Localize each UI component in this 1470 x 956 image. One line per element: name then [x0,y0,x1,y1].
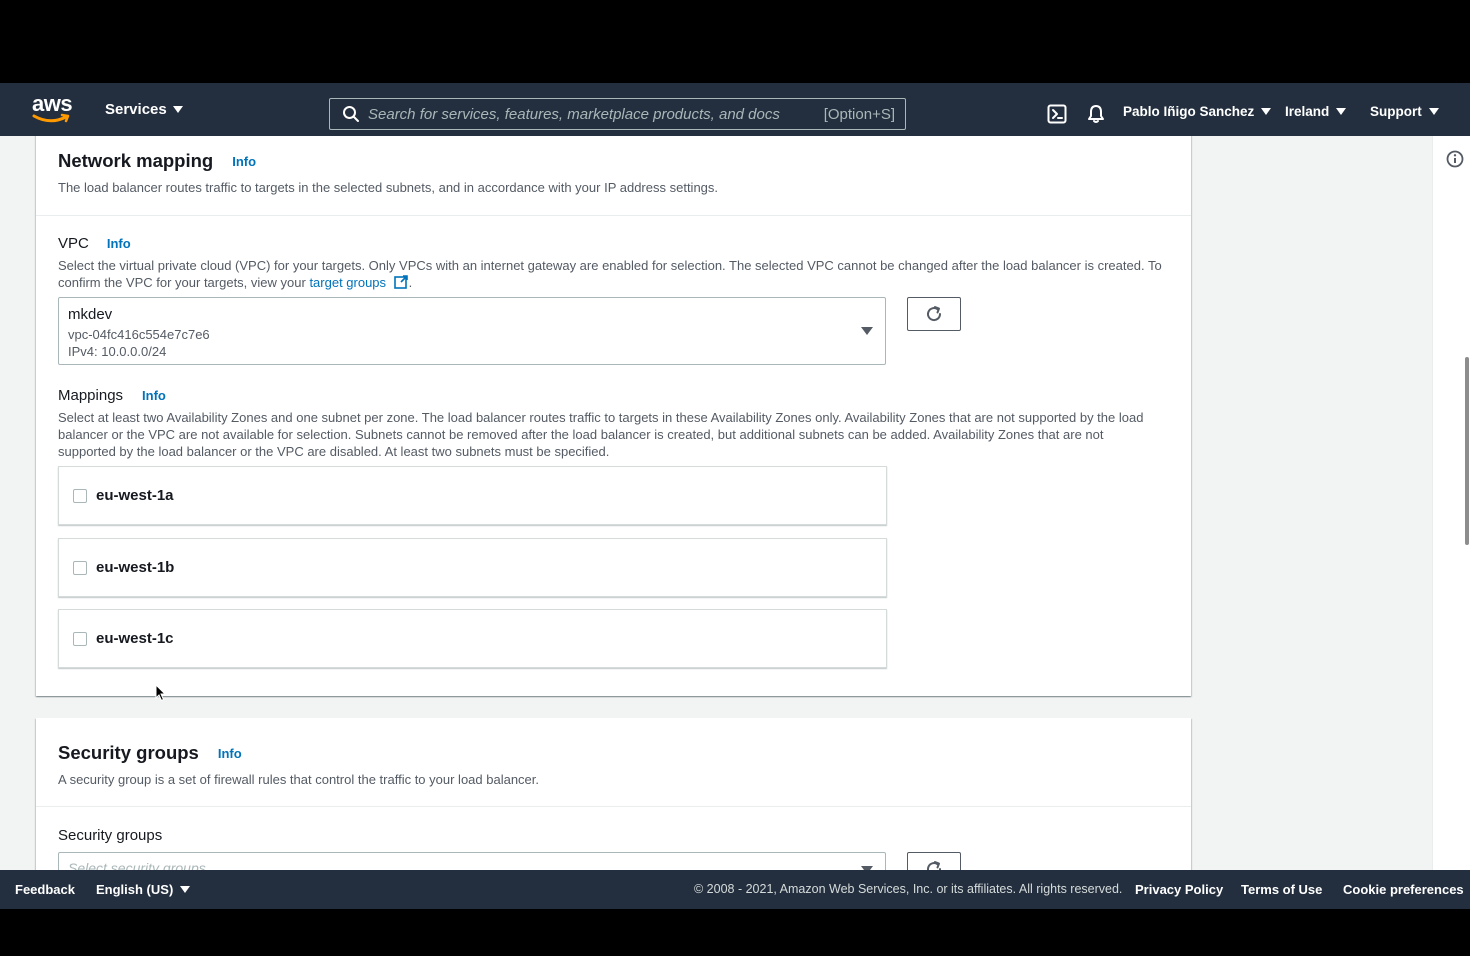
aws-top-nav: aws Services Search for services, featur… [0,83,1470,136]
network-mapping-description: The load balancer routes traffic to targ… [58,180,719,195]
info-circle-icon[interactable] [1446,150,1464,168]
video-letterbox-top [0,0,1470,83]
region-label: Ireland [1285,104,1330,119]
cloudshell-icon[interactable] [1047,104,1067,124]
network-mapping-header: Network mapping Info The load balancer r… [36,136,1191,216]
support-menu[interactable]: Support [1370,104,1439,119]
aws-smile-icon [32,113,70,123]
vpc-info-link[interactable]: Info [107,236,131,251]
user-name: Pablo Iñigo Sanchez [1123,104,1255,119]
aws-logo[interactable]: aws [32,91,73,127]
vpc-description-line2: confirm the VPC for your targets, view y… [58,274,1173,291]
mappings-label-row: Mappings Info [58,387,166,404]
caret-down-icon [1261,108,1272,115]
network-mapping-title: Network mapping [58,150,214,171]
terms-of-use-link[interactable]: Terms of Use [1241,882,1322,897]
copyright-text: © 2008 - 2021, Amazon Web Services, Inc.… [694,882,1123,896]
support-label: Support [1370,104,1422,119]
security-groups-panel: Security groups Info A security group is… [36,718,1191,870]
caret-down-icon [1428,108,1439,115]
security-groups-info-link[interactable]: Info [218,746,242,761]
az-label-eu-west-1c: eu-west-1c [96,630,174,647]
vpc-refresh-button[interactable] [907,297,961,331]
mappings-description-line3: supported by the load balancer or the VP… [58,444,610,459]
security-groups-select-placeholder: Select security groups [68,860,206,870]
caret-down-icon [172,106,183,113]
search-icon [343,106,359,122]
vpc-select[interactable]: mkdev vpc-04fc416c554e7c7e6 IPv4: 10.0.0… [58,297,886,365]
feedback-link[interactable]: Feedback [15,882,75,897]
vpc-label-row: VPC Info [58,235,131,252]
region-selector[interactable]: Ireland [1285,104,1347,119]
user-account-menu[interactable]: Pablo Iñigo Sanchez [1123,104,1272,119]
refresh-icon [927,861,942,870]
mappings-description: Select at least two Availability Zones a… [58,409,1173,460]
az-checkbox-eu-west-1c[interactable] [73,631,87,646]
az-label-eu-west-1a: eu-west-1a [96,487,174,504]
security-groups-select[interactable]: Select security groups [58,852,886,870]
refresh-icon [927,306,942,322]
vpc-selected-name: mkdev [68,306,113,323]
search-placeholder: Search for services, features, marketpla… [368,105,780,123]
network-mapping-panel: Network mapping Info The load balancer r… [36,136,1191,696]
security-groups-header: Security groups Info A security group is… [36,718,1191,807]
language-label: English (US) [96,882,174,897]
security-groups-field-label: Security groups [58,827,163,844]
search-input[interactable]: Search for services, features, marketpla… [329,98,906,130]
language-selector[interactable]: English (US) [96,882,191,897]
caret-down-icon [1336,108,1347,115]
mappings-label: Mappings [58,387,124,404]
mappings-description-line2: balancer or the VPC are not available fo… [58,427,1104,442]
mappings-description-line1: Select at least two Availability Zones a… [58,410,1144,425]
vpc-selected-cidr: IPv4: 10.0.0.0/24 [68,344,167,359]
caret-down-icon [180,886,191,893]
target-groups-link[interactable]: target groups [309,275,386,290]
privacy-policy-link[interactable]: Privacy Policy [1135,882,1223,897]
vpc-label: VPC [58,235,89,252]
external-link-icon [393,275,408,289]
vpc-description: Select the virtual private cloud (VPC) f… [58,257,1173,291]
mappings-info-link[interactable]: Info [142,388,166,403]
az-label-eu-west-1b: eu-west-1b [96,559,175,576]
vpc-selected-id: vpc-04fc416c554e7c7e6 [68,327,210,342]
az-row-eu-west-1c: eu-west-1c [58,609,887,668]
az-checkbox-eu-west-1b[interactable] [73,560,87,575]
scrollbar-thumb[interactable] [1465,357,1469,545]
security-groups-refresh-button[interactable] [907,852,961,870]
search-shortcut-hint: [Option+S] [823,105,895,123]
vpc-description-line1: Select the virtual private cloud (VPC) f… [58,258,1162,273]
security-groups-title: Security groups [58,742,199,763]
network-mapping-info-link[interactable]: Info [232,154,256,169]
mouse-pointer-icon [155,684,167,702]
services-label: Services [105,101,167,118]
vpc-description-line2-text: confirm the VPC for your targets, view y… [58,275,310,290]
notifications-bell-icon[interactable] [1086,104,1106,124]
cookie-preferences-link[interactable]: Cookie preferences [1343,882,1464,897]
video-letterbox-bottom [0,909,1470,956]
az-row-eu-west-1b: eu-west-1b [58,538,887,597]
security-groups-description: A security group is a set of firewall ru… [58,772,540,787]
aws-footer: Feedback English (US) © 2008 - 2021, Ama… [0,870,1470,909]
services-menu-button[interactable]: Services [105,101,183,118]
vpc-description-line2-suffix: . [408,275,413,290]
main-content: Network mapping Info The load balancer r… [0,136,1470,870]
caret-down-icon [861,327,873,335]
az-checkbox-eu-west-1a[interactable] [73,488,87,503]
az-row-eu-west-1a: eu-west-1a [58,466,887,525]
